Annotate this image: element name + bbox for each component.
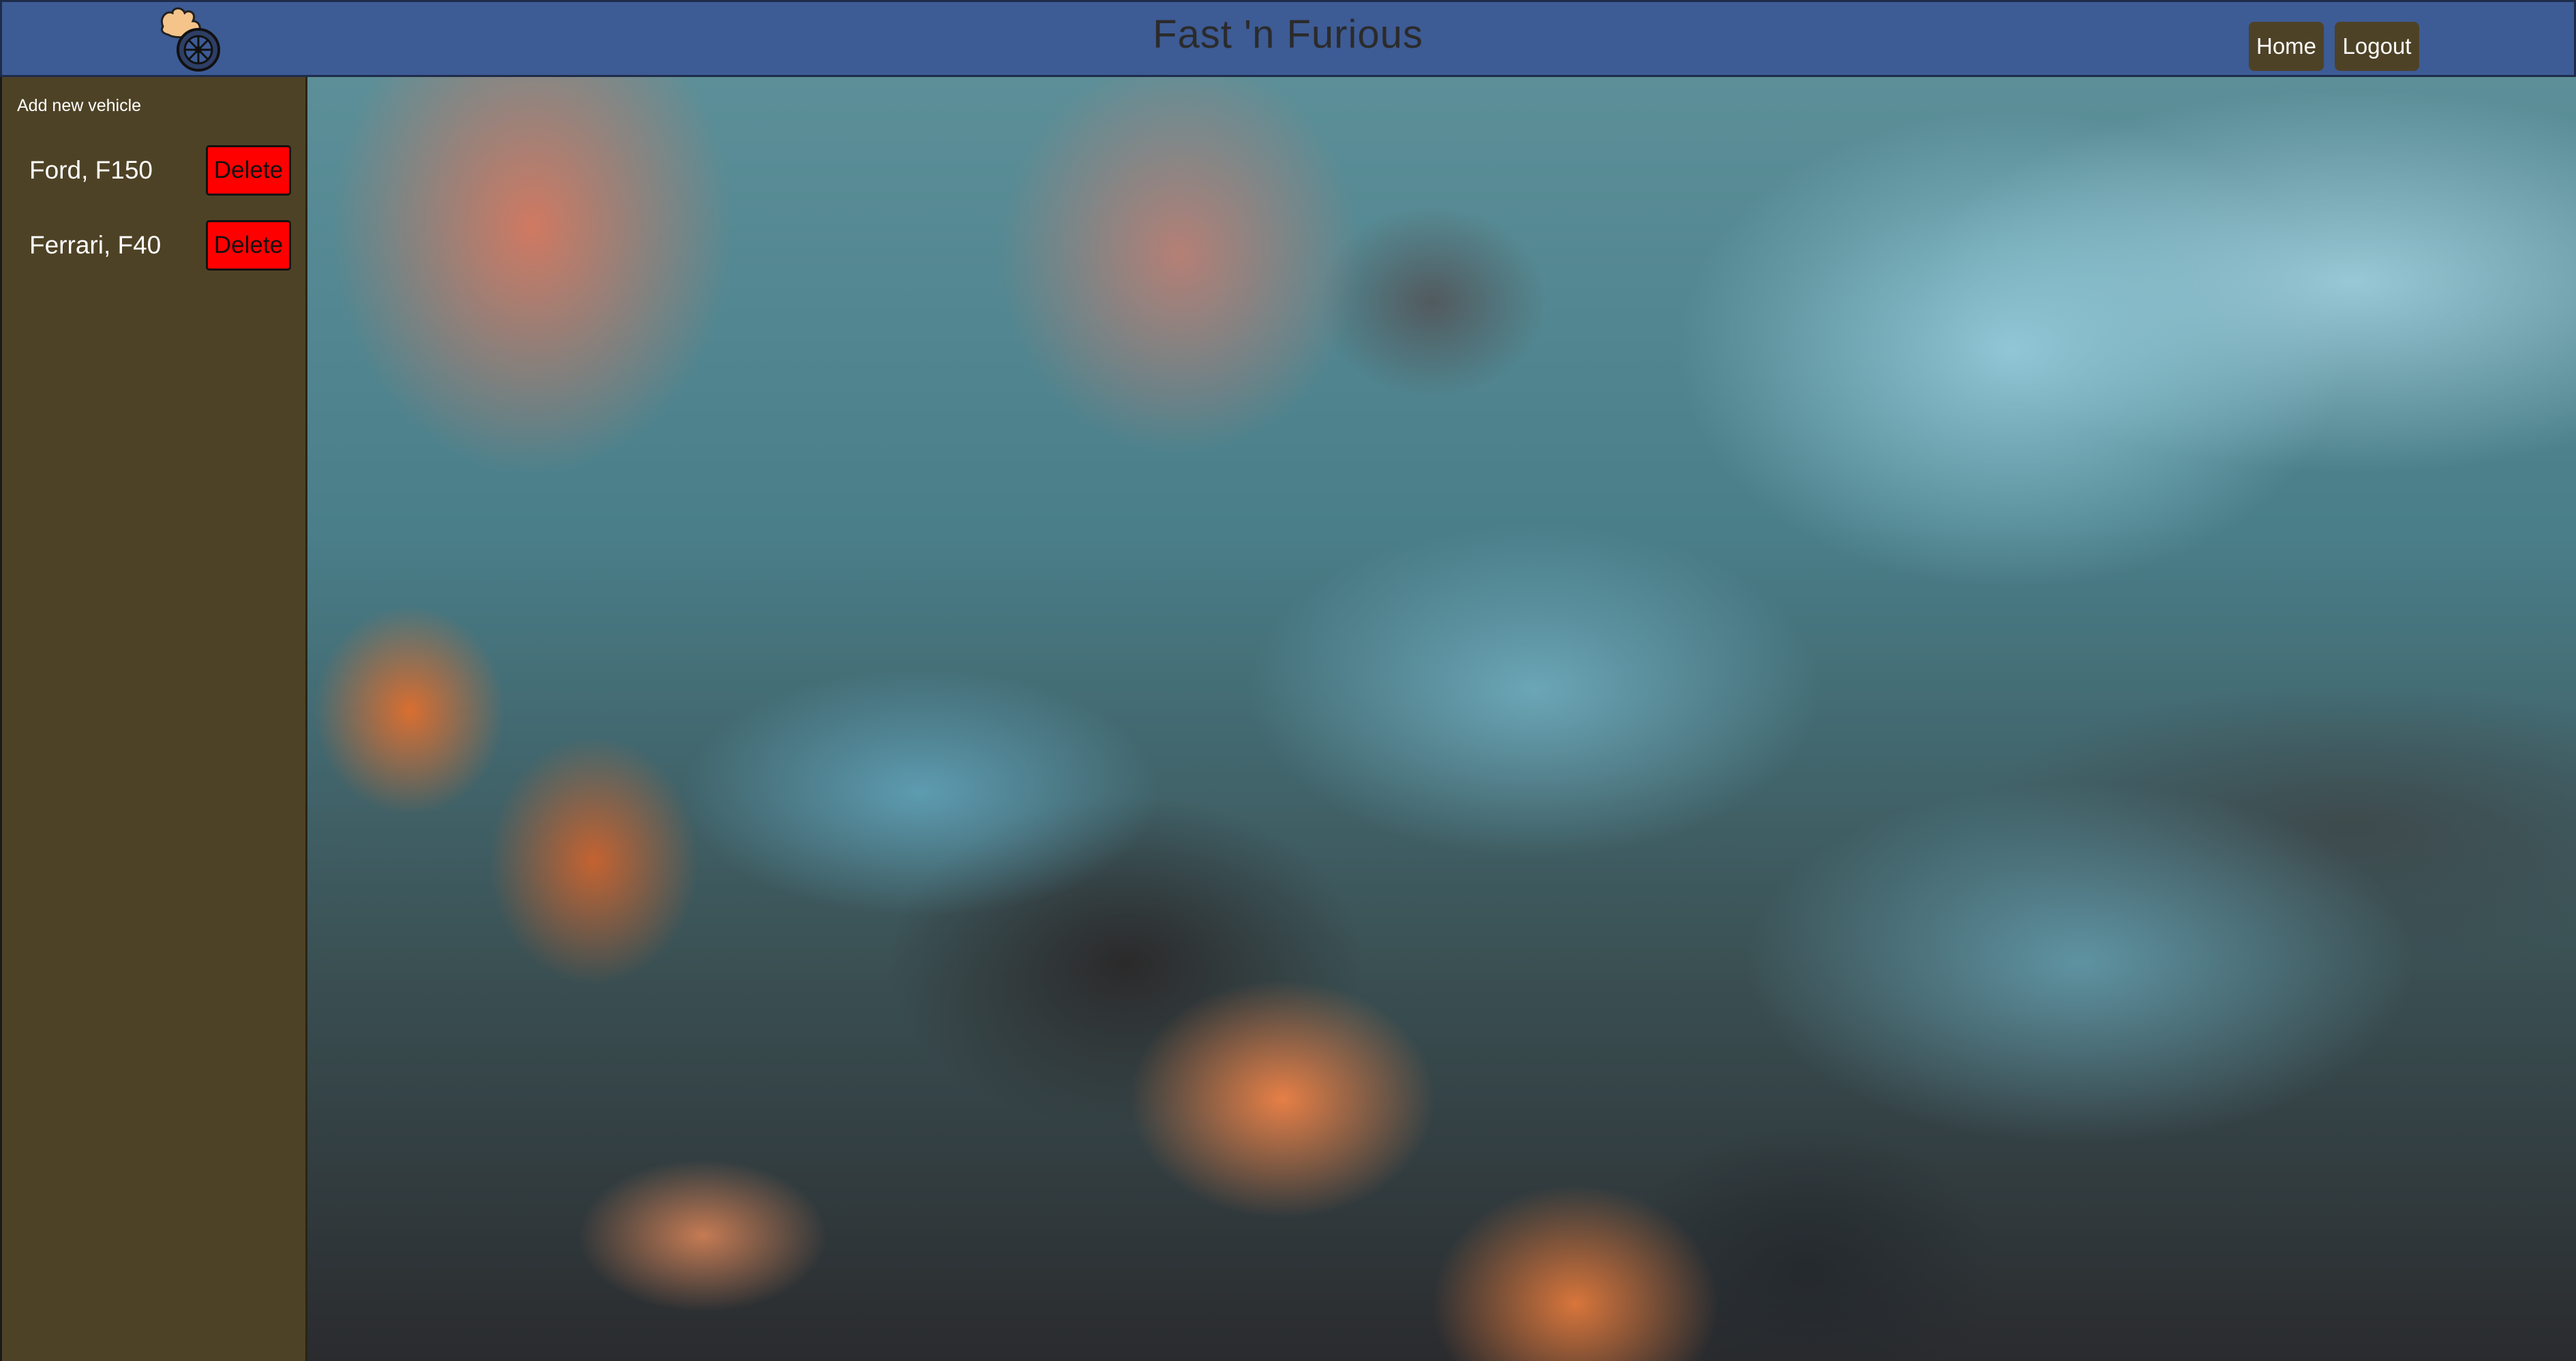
- delete-vehicle-button[interactable]: Delete: [206, 145, 291, 196]
- vehicle-name[interactable]: Ford, F150: [29, 156, 153, 185]
- home-button[interactable]: Home: [2249, 22, 2324, 71]
- logout-button[interactable]: Logout: [2335, 22, 2419, 71]
- vehicle-list-item: Ford, F150 Delete: [2, 145, 309, 197]
- add-new-vehicle-link[interactable]: Add new vehicle: [17, 96, 141, 116]
- app-root: Fast 'n Furious Home Logout Add new vehi…: [0, 0, 2576, 1361]
- delete-vehicle-button[interactable]: Delete: [206, 220, 291, 271]
- vehicle-list-item: Ferrari, F40 Delete: [2, 220, 309, 272]
- app-title: Fast 'n Furious: [1153, 12, 1423, 57]
- vehicle-sidebar: Add new vehicle Ford, F150 Delete Ferrar…: [0, 77, 307, 1361]
- hero-background-image: [307, 77, 2576, 1361]
- top-bar: Fast 'n Furious Home Logout: [0, 0, 2576, 77]
- vehicle-name[interactable]: Ferrari, F40: [29, 231, 161, 260]
